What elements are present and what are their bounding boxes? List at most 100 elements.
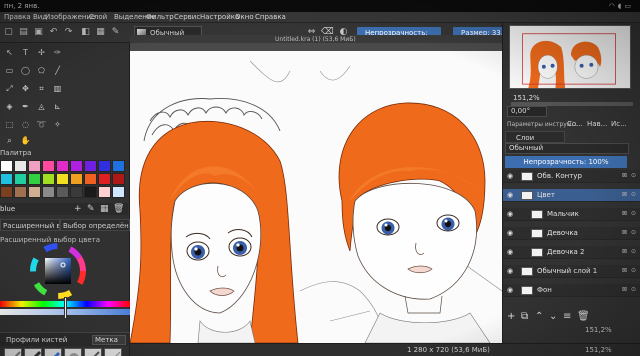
delete-layer-icon[interactable]: 🗑 xyxy=(577,311,590,322)
palette-swatch[interactable] xyxy=(14,186,27,198)
drawing-canvas[interactable] xyxy=(130,51,502,343)
rectangle-icon[interactable]: ▭ xyxy=(4,65,15,76)
copy-layer-icon[interactable]: ⧉ xyxy=(521,311,528,322)
palette-swatch[interactable] xyxy=(42,160,55,172)
wifi-icon[interactable]: ◠ xyxy=(609,2,618,10)
new-document-icon[interactable]: ▢ xyxy=(3,27,14,38)
visibility-eye-icon[interactable]: ◉ xyxy=(507,267,515,275)
palette-name[interactable]: blue xyxy=(0,205,15,213)
palette-swatch[interactable] xyxy=(56,186,69,198)
magic-wand-icon[interactable]: ✧ xyxy=(52,119,63,130)
palette-swatch[interactable] xyxy=(98,173,111,185)
color-slider-handle[interactable] xyxy=(64,297,67,319)
add-layer-icon[interactable]: + xyxy=(507,311,515,322)
palette-swatch[interactable] xyxy=(56,160,69,172)
menu-tools[interactable]: Сервис xyxy=(174,13,200,21)
brush-tag-dropdown[interactable]: Метка xyxy=(92,335,126,345)
menu-filter[interactable]: Фильтр xyxy=(146,13,174,21)
rect-select-icon[interactable]: ⬚ xyxy=(4,119,15,130)
palette-swatch[interactable] xyxy=(70,186,83,198)
layer-lock-icon[interactable]: ⊠ ⊙ xyxy=(622,191,637,198)
transform-icon[interactable]: ⤢ xyxy=(4,83,15,94)
layer-lock-icon[interactable]: ⊠ ⊙ xyxy=(622,267,637,274)
palette-swatch[interactable] xyxy=(98,160,111,172)
visibility-eye-icon[interactable]: ◉ xyxy=(507,191,515,199)
ellipse-icon[interactable]: ◯ xyxy=(20,65,31,76)
select-tool-icon[interactable]: ↖ xyxy=(4,47,15,58)
palette-swatch[interactable] xyxy=(0,186,13,198)
brush-preset-2[interactable] xyxy=(24,348,42,356)
palette-swatch[interactable] xyxy=(0,173,13,185)
save-icon[interactable]: ▣ xyxy=(33,27,44,38)
measure-icon[interactable]: ⊾ xyxy=(52,101,63,112)
palette-swatch[interactable] xyxy=(42,173,55,185)
menu-image[interactable]: Изображение xyxy=(45,13,95,21)
gradient-icon[interactable]: ◧ xyxy=(80,27,91,38)
polygon-icon[interactable]: ⬠ xyxy=(36,65,47,76)
brush-preset-3[interactable] xyxy=(44,348,62,356)
layer-up-icon[interactable]: ⌃ xyxy=(535,311,543,322)
line-icon[interactable]: ╱ xyxy=(52,65,63,76)
assistant-icon[interactable]: ◬ xyxy=(36,101,47,112)
palette-swatch[interactable] xyxy=(112,160,125,172)
add-swatch-icon[interactable]: + xyxy=(74,204,82,214)
pattern-icon[interactable]: ▦ xyxy=(95,27,106,38)
crop-icon[interactable]: ⌗ xyxy=(36,83,47,94)
redo-icon[interactable]: ↷ xyxy=(63,27,74,38)
layer-row[interactable]: ◉ Обычный слой 1 ⊠ ⊙ xyxy=(503,265,640,278)
overview-thumbnail[interactable] xyxy=(509,25,631,89)
move-icon[interactable]: ✥ xyxy=(20,83,31,94)
rotation-field[interactable]: 0,00° xyxy=(507,106,547,117)
zoom-tool-icon[interactable]: ⌕ xyxy=(4,135,15,146)
layer-lock-icon[interactable]: ⊠ ⊙ xyxy=(622,248,637,255)
fill-icon[interactable]: ◈ xyxy=(4,101,15,112)
layer-row[interactable]: ◉ Фон ⊠ ⊙ xyxy=(503,284,640,297)
palette-swatch[interactable] xyxy=(28,160,41,172)
layer-row[interactable]: ◉ Обв. Контур ⊠ ⊙ xyxy=(503,170,640,183)
tool-params-tab-1[interactable]: Со... xyxy=(567,119,583,130)
battery-icon[interactable]: ▭ xyxy=(624,2,634,10)
layer-row[interactable]: ◉ Девочка ⊠ ⊙ xyxy=(503,227,640,240)
palette-swatch[interactable] xyxy=(112,186,125,198)
blend-mode-dropdown[interactable]: Обычный xyxy=(505,143,629,154)
brush-settings-icon[interactable]: ✎ xyxy=(110,27,121,38)
layer-row[interactable]: ◉ Цвет ⊠ ⊙ xyxy=(503,189,640,202)
brush-preset-1[interactable] xyxy=(4,348,22,356)
edit-swatch-icon[interactable]: ✎ xyxy=(87,204,95,214)
menu-edit[interactable]: Правка xyxy=(4,13,31,21)
palette-grid-icon[interactable]: ▦ xyxy=(100,204,109,214)
layer-row[interactable]: ◉ Девочка 2 ⊠ ⊙ xyxy=(503,246,640,259)
palette-swatch[interactable] xyxy=(42,186,55,198)
visibility-eye-icon[interactable]: ◉ xyxy=(507,210,515,218)
calligraphy-icon[interactable]: ✑ xyxy=(52,47,63,58)
layer-opacity-slider[interactable]: Непрозрачность: 100% xyxy=(505,156,627,168)
layer-lock-icon[interactable]: ⊠ ⊙ xyxy=(622,229,637,236)
menu-window[interactable]: Окно xyxy=(235,13,254,21)
menu-help[interactable]: Справка xyxy=(255,13,286,21)
tool-params-tab-3[interactable]: Ис... xyxy=(611,119,627,130)
brush-preset-5[interactable] xyxy=(84,348,102,356)
palette-swatch[interactable] xyxy=(84,173,97,185)
lasso-icon[interactable]: ➰ xyxy=(36,119,47,130)
tab-specific-color-selector[interactable]: Выбор определённого... xyxy=(60,219,130,231)
canvas-area[interactable] xyxy=(130,43,502,343)
visibility-eye-icon[interactable]: ◉ xyxy=(507,172,515,180)
pan-tool-icon[interactable]: ✋ xyxy=(20,135,31,146)
delete-swatch-icon[interactable]: 🗑 xyxy=(113,204,124,214)
layer-lock-icon[interactable]: ⊠ ⊙ xyxy=(622,172,637,179)
palette-swatch[interactable] xyxy=(84,160,97,172)
tab-advanced-color-selector[interactable]: Расширенный выбор... xyxy=(0,219,60,231)
palette-swatch[interactable] xyxy=(0,160,13,172)
ellipse-select-icon[interactable]: ◌ xyxy=(20,119,31,130)
menu-settings[interactable]: Настройка xyxy=(200,13,239,21)
palette-swatch[interactable] xyxy=(14,173,27,185)
gradient-tool-icon[interactable]: ▥ xyxy=(52,83,63,94)
visibility-eye-icon[interactable]: ◉ xyxy=(507,286,515,294)
layers-tab[interactable]: Слои xyxy=(505,131,565,143)
visibility-eye-icon[interactable]: ◉ xyxy=(507,248,515,256)
layer-lock-icon[interactable]: ⊠ ⊙ xyxy=(622,210,637,217)
palette-swatch[interactable] xyxy=(70,160,83,172)
color-wheel[interactable] xyxy=(30,243,86,299)
zoom-status[interactable]: 151,2% xyxy=(585,346,612,354)
palette-swatch[interactable] xyxy=(98,186,111,198)
